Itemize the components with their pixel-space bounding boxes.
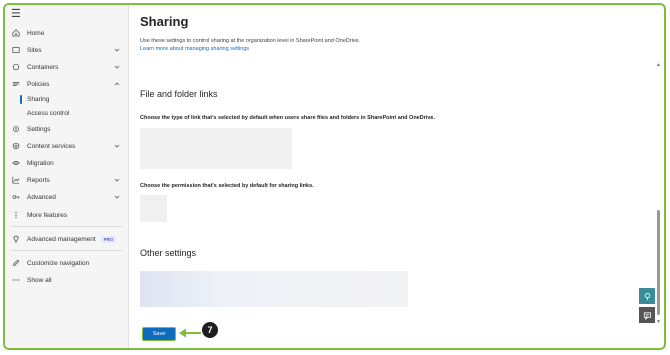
hamburger-menu-icon[interactable]: ☰ xyxy=(11,8,23,20)
link-type-label: Choose the type of link that's selected … xyxy=(140,115,436,121)
sidebar-item-more-features[interactable]: More features xyxy=(5,207,129,223)
main-content: Sharing Use these settings to control sh… xyxy=(130,5,664,348)
policies-icon xyxy=(12,80,20,88)
diamond-icon xyxy=(12,235,20,243)
sidebar-item-label: Containers xyxy=(27,63,59,71)
page-title: Sharing xyxy=(140,14,189,29)
sidebar-subitem-sharing[interactable]: Sharing xyxy=(19,95,49,104)
chevron-down-icon[interactable] xyxy=(114,64,120,70)
sidebar: ☰ Home Sites Containers Policies Sharing… xyxy=(5,5,129,348)
gear-icon xyxy=(12,125,20,133)
permission-options-placeholder[interactable] xyxy=(140,195,167,222)
chevron-down-icon[interactable] xyxy=(114,47,120,53)
containers-icon xyxy=(12,63,20,71)
sidebar-item-label: Advanced xyxy=(27,193,56,201)
sidebar-item-label: Content services xyxy=(27,142,76,150)
help-icon xyxy=(644,292,650,300)
sidebar-item-label: Show all xyxy=(27,276,52,284)
help-button[interactable] xyxy=(639,288,655,304)
chevron-down-icon[interactable] xyxy=(114,194,120,200)
sidebar-item-show-all[interactable]: Show all xyxy=(5,272,129,288)
chevron-down-icon[interactable] xyxy=(114,143,120,149)
sidebar-item-policies[interactable]: Policies xyxy=(5,76,129,92)
sidebar-item-content-services[interactable]: Content services xyxy=(5,138,129,154)
sidebar-item-label: Migration xyxy=(27,159,54,167)
sidebar-item-label: Home xyxy=(27,29,45,37)
sidebar-item-customize-navigation[interactable]: Customize navigation xyxy=(5,255,129,271)
sidebar-item-sites[interactable]: Sites xyxy=(5,42,129,58)
home-icon xyxy=(12,29,20,37)
page-description: Use these settings to control sharing at… xyxy=(140,38,361,44)
sidebar-item-settings[interactable]: Settings xyxy=(5,121,129,137)
sidebar-item-home[interactable]: Home xyxy=(5,25,129,41)
sites-icon xyxy=(12,46,20,54)
other-settings-placeholder xyxy=(140,271,408,307)
step-number-badge: 7 xyxy=(202,322,218,338)
advanced-icon xyxy=(12,193,20,201)
sidebar-item-label: Sites xyxy=(27,46,42,54)
other-settings-heading: Other settings xyxy=(140,248,197,258)
sidebar-item-label: Customize navigation xyxy=(27,259,90,267)
sidebar-item-label: Settings xyxy=(27,125,51,133)
ellipsis-icon xyxy=(12,276,20,284)
scroll-up-icon[interactable]: ▲ xyxy=(656,62,661,68)
pro-badge: PRO xyxy=(100,235,117,243)
content-services-icon xyxy=(12,142,20,150)
sidebar-divider xyxy=(11,226,123,227)
permission-label: Choose the permission that's selected by… xyxy=(140,183,314,189)
sidebar-item-label: Policies xyxy=(27,80,50,88)
save-button[interactable]: Save xyxy=(142,327,176,341)
scrollbar-thumb[interactable] xyxy=(657,210,660,315)
pencil-icon xyxy=(12,259,20,267)
sidebar-item-migration[interactable]: Migration xyxy=(5,155,129,171)
chevron-down-icon[interactable] xyxy=(114,177,120,183)
more-features-icon xyxy=(12,211,20,219)
migration-icon xyxy=(12,159,20,167)
chevron-up-icon[interactable] xyxy=(114,81,120,87)
sidebar-item-reports[interactable]: Reports xyxy=(5,172,129,188)
scroll-down-icon[interactable]: ▼ xyxy=(656,319,661,325)
sidebar-item-label: More features xyxy=(27,211,68,219)
file-folder-links-heading: File and folder links xyxy=(140,89,218,99)
feedback-button[interactable] xyxy=(639,307,655,323)
window-frame: ☰ Home Sites Containers Policies Sharing… xyxy=(3,3,666,350)
reports-icon xyxy=(12,176,20,184)
link-type-options-placeholder[interactable] xyxy=(140,128,292,169)
arrow-left-icon xyxy=(179,328,201,338)
sidebar-item-label: Reports xyxy=(27,176,50,184)
sidebar-item-containers[interactable]: Containers xyxy=(5,59,129,75)
sidebar-item-advanced[interactable]: Advanced xyxy=(5,189,129,205)
sidebar-divider xyxy=(11,250,123,251)
sidebar-item-label: Advanced management xyxy=(27,235,96,243)
sidebar-subitem-access-control[interactable]: Access control xyxy=(27,110,69,117)
learn-more-link[interactable]: Learn more about managing sharing settin… xyxy=(140,46,249,52)
sidebar-item-advanced-management[interactable]: Advanced management PRO xyxy=(5,231,129,247)
chat-icon xyxy=(643,311,651,320)
